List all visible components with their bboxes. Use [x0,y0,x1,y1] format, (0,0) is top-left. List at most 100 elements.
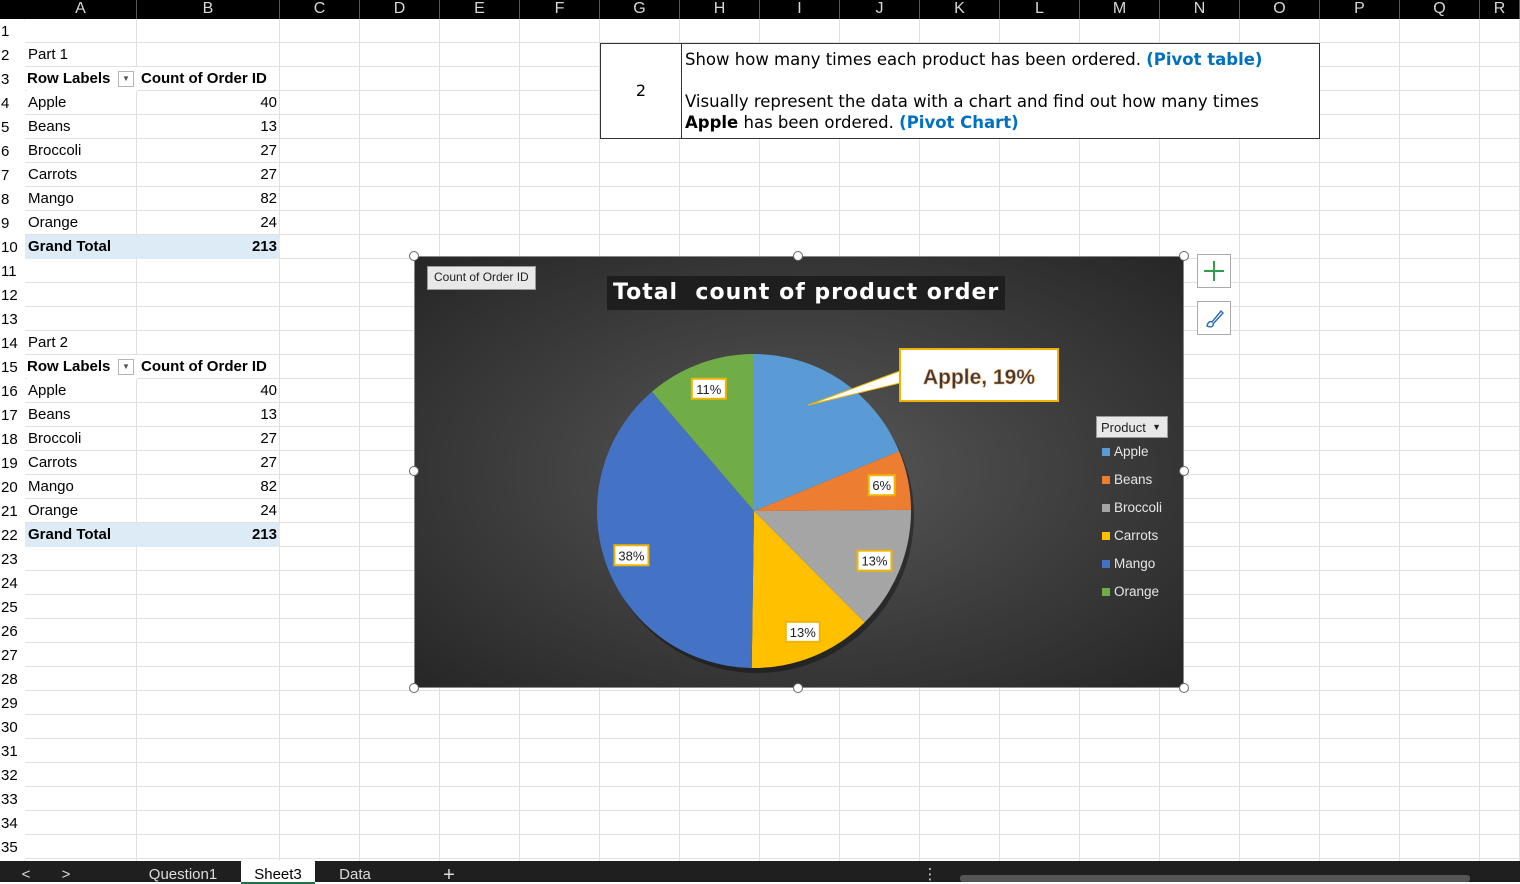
part1-filter-dropdown-icon[interactable]: ▼ [118,71,134,87]
legend-item-apple[interactable]: Apple [1102,442,1149,462]
chart-title[interactable]: Total count of product order [607,276,1006,310]
column-header-e[interactable]: E [440,0,520,19]
tab-question1[interactable]: Question1 [130,861,236,882]
row-number-32[interactable]: 32 [0,764,25,788]
grid-vline [1319,19,1320,861]
column-header-d[interactable]: D [360,0,440,19]
row-number-29[interactable]: 29 [0,692,25,716]
row-number-26[interactable]: 26 [0,620,25,644]
column-header-k[interactable]: K [920,0,1000,19]
instruction-text: Show how many times each product has bee… [685,49,1315,133]
part2-filter-dropdown-icon[interactable]: ▼ [118,359,134,375]
tab-nav-next[interactable]: > [58,861,74,882]
legend-item-carrots[interactable]: Carrots [1102,526,1158,546]
part1-item-count: 82 [260,190,277,207]
row-number-14[interactable]: 14 [0,332,25,356]
row-number-19[interactable]: 19 [0,452,25,476]
row-number-10[interactable]: 10 [0,236,25,260]
grid-vline [279,19,280,861]
row-number-28[interactable]: 28 [0,668,25,692]
more-options-icon[interactable]: ⋮ [920,861,940,882]
legend-item-orange[interactable]: Orange [1102,582,1159,602]
part1-total-label: Grand Total [28,238,112,255]
row-number-12[interactable]: 12 [0,284,25,308]
data-label-carrots: 13% [790,625,816,640]
tab-nav-prev[interactable]: < [18,861,34,882]
column-header-b[interactable]: B [137,0,280,19]
resize-handle-bottom[interactable] [793,683,803,693]
add-sheet-button[interactable]: + [436,861,462,882]
row-number-35[interactable]: 35 [0,836,25,860]
row-number-1[interactable]: 1 [0,20,25,44]
row-number-33[interactable]: 33 [0,788,25,812]
resize-handle-right[interactable] [1179,466,1189,476]
column-header-o[interactable]: O [1240,0,1320,19]
column-header-r[interactable]: R [1480,0,1520,19]
row-number-8[interactable]: 8 [0,188,25,212]
resize-handle-top-left[interactable] [409,251,419,261]
row-number-4[interactable]: 4 [0,92,25,116]
column-header-p[interactable]: P [1320,0,1400,19]
pivot-chart[interactable]: Apple, 19% 6% 13% 13% 38% 11% Count of Order … [414,256,1184,688]
row-number-25[interactable]: 25 [0,596,25,620]
column-header-l[interactable]: L [1000,0,1080,19]
row-number-2[interactable]: 2 [0,44,25,68]
horizontal-scrollbar[interactable] [960,875,1470,882]
row-number-20[interactable]: 20 [0,476,25,500]
row-number-23[interactable]: 23 [0,548,25,572]
column-header-g[interactable]: G [600,0,680,19]
row-number-3[interactable]: 3 [0,68,25,92]
instruction-line1: Show how many times each product has bee… [685,50,1141,69]
resize-handle-left[interactable] [409,466,419,476]
legend-item-beans[interactable]: Beans [1102,470,1152,490]
row-number-34[interactable]: 34 [0,812,25,836]
resize-handle-top-right[interactable] [1179,251,1189,261]
row-number-17[interactable]: 17 [0,404,25,428]
instruction-pivot-table-link: (Pivot table) [1146,50,1263,69]
row-number-5[interactable]: 5 [0,116,25,140]
legend-item-broccoli[interactable]: Broccoli [1102,498,1162,518]
column-header-i[interactable]: I [760,0,840,19]
count-of-order-id-field-button[interactable]: Count of Order ID [427,266,536,290]
part2-item-count: 24 [260,502,277,519]
column-header-c[interactable]: C [280,0,360,19]
row-number-16[interactable]: 16 [0,380,25,404]
row-number-15[interactable]: 15 [0,356,25,380]
instruction-number: 2 [601,44,682,138]
column-header-n[interactable]: N [1160,0,1240,19]
row-number-13[interactable]: 13 [0,308,25,332]
part2-item-label: Broccoli [28,430,82,447]
part2-item-label: Mango [28,478,74,495]
part1-total-value: 213 [251,238,277,255]
part1-item-count: 24 [260,214,277,231]
column-header-q[interactable]: Q [1400,0,1480,19]
column-header-f[interactable]: F [520,0,600,19]
row-number-22[interactable]: 22 [0,524,25,548]
column-header-j[interactable]: J [840,0,920,19]
resize-handle-top[interactable] [793,251,803,261]
column-header-a[interactable]: A [25,0,137,19]
resize-handle-bottom-left[interactable] [409,683,419,693]
legend-product-filter-button[interactable]: Product ▼ [1096,416,1168,438]
row-number-18[interactable]: 18 [0,428,25,452]
resize-handle-bottom-right[interactable] [1179,683,1189,693]
data-label-beans: 6% [872,478,891,493]
chart-elements-button[interactable] [1197,254,1231,288]
column-header-m[interactable]: M [1080,0,1160,19]
row-number-6[interactable]: 6 [0,140,25,164]
row-number-27[interactable]: 27 [0,644,25,668]
row-number-11[interactable]: 11 [0,260,25,284]
chart-styles-button[interactable] [1197,301,1231,335]
tab-data[interactable]: Data [322,861,388,882]
row-number-31[interactable]: 31 [0,740,25,764]
column-header-h[interactable]: H [680,0,760,19]
row-number-21[interactable]: 21 [0,500,25,524]
instruction-box: 2 Show how many times each product has b… [600,43,1320,139]
row-number-24[interactable]: 24 [0,572,25,596]
row-number-9[interactable]: 9 [0,212,25,236]
row-number-7[interactable]: 7 [0,164,25,188]
part2-item-label: Apple [28,382,67,399]
row-number-30[interactable]: 30 [0,716,25,740]
legend-item-mango[interactable]: Mango [1102,554,1155,574]
tab-sheet3[interactable]: Sheet3 [241,861,315,884]
